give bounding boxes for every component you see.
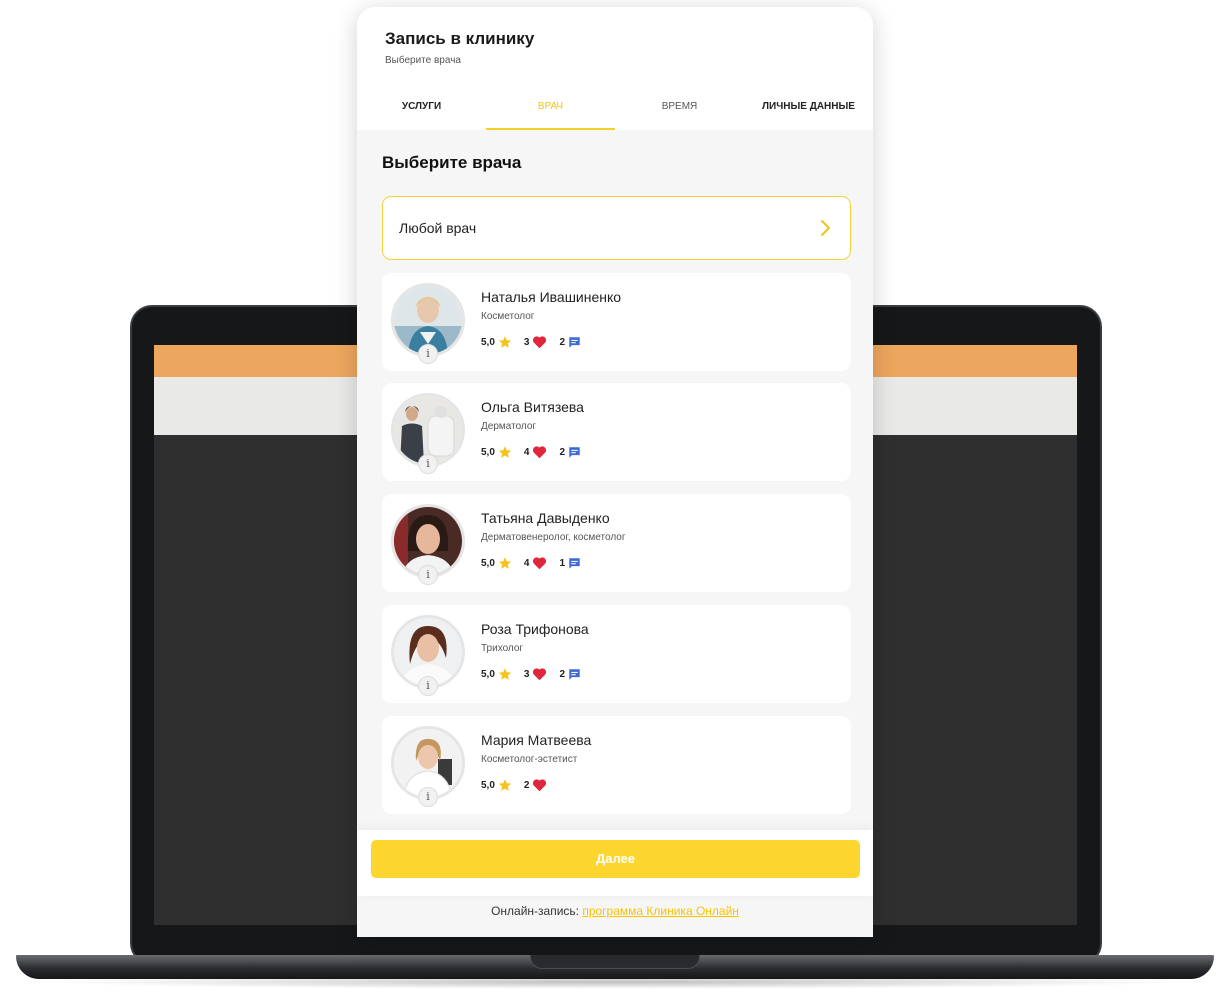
doctor-stats: 5,0 3 2	[481, 667, 593, 681]
reviews-count: 2	[559, 336, 566, 348]
doctor-name: Роза Трифонова	[481, 621, 589, 637]
tab-services[interactable]: УСЛУГИ	[357, 97, 486, 130]
heart-icon	[533, 446, 547, 459]
comment-icon	[569, 557, 580, 569]
heart-icon	[533, 336, 547, 349]
doctor-name: Ольга Витязева	[481, 399, 584, 415]
rating-value: 5,0	[481, 779, 495, 791]
comment-icon	[569, 668, 580, 680]
doctor-card[interactable]: i Ольга Витязева Дерматолог 5,0 4 2	[382, 383, 851, 481]
doctor-card[interactable]: i Мария Матвеева Косметолог-эстетист 5,0…	[382, 716, 851, 814]
powered-link[interactable]: программа Клиника Онлайн	[582, 904, 739, 918]
doctor-stats: 5,0 4 2	[481, 445, 593, 459]
doctor-specialty: Дерматолог	[481, 421, 537, 432]
star-icon	[498, 336, 512, 348]
likes-count: 2	[523, 779, 530, 791]
doctor-card[interactable]: i Наталья Ивашиненко Косметолог 5,0 3 2	[382, 273, 851, 371]
widget-subtitle: Выберите врача	[385, 55, 461, 66]
heart-icon	[533, 668, 547, 681]
star-icon	[498, 668, 512, 680]
comment-icon	[569, 446, 580, 458]
section-title: Выберите врача	[382, 153, 522, 172]
reviews-count: 2	[559, 446, 566, 458]
doctor-card[interactable]: i Роза Трифонова Трихолог 5,0 3 2	[382, 605, 851, 703]
tab-time[interactable]: ВРЕМЯ	[615, 97, 744, 130]
doctor-name: Татьяна Давыденко	[481, 510, 610, 526]
next-button[interactable]: Далее	[371, 840, 860, 878]
info-icon[interactable]: i	[418, 676, 438, 696]
any-doctor-label: Любой врач	[399, 220, 477, 236]
info-icon[interactable]: i	[418, 565, 438, 585]
powered-prefix: Онлайн-запись:	[491, 904, 583, 918]
chevron-right-icon	[821, 220, 830, 236]
star-icon	[498, 557, 512, 569]
doctor-stats: 5,0 2	[481, 778, 559, 792]
step-tabs: УСЛУГИ ВРАЧ ВРЕМЯ ЛИЧНЫЕ ДАННЫЕ	[357, 97, 873, 130]
reviews-count: 1	[559, 557, 566, 569]
likes-count: 3	[523, 668, 530, 680]
doctor-stats: 5,0 4 1	[481, 556, 593, 570]
rating-value: 5,0	[481, 446, 495, 458]
likes-count: 3	[523, 336, 530, 348]
heart-icon	[533, 779, 547, 792]
footer-bar: Далее	[357, 830, 873, 896]
doctor-stats: 5,0 3 2	[481, 335, 593, 349]
rating-value: 5,0	[481, 557, 495, 569]
laptop-notch	[530, 955, 700, 969]
doctor-specialty: Косметолог	[481, 311, 535, 322]
heart-icon	[533, 557, 547, 570]
rating-value: 5,0	[481, 336, 495, 348]
likes-count: 4	[523, 557, 530, 569]
any-doctor-option[interactable]: Любой врач	[382, 196, 851, 260]
doctor-specialty: Косметолог-эстетист	[481, 754, 578, 765]
booking-widget: Запись в клинику Выберите врача УСЛУГИ В…	[357, 7, 873, 937]
rating-value: 5,0	[481, 668, 495, 680]
star-icon	[498, 446, 512, 458]
doctor-specialty: Дерматовенеролог, косметолог	[481, 532, 626, 543]
info-icon[interactable]: i	[418, 787, 438, 807]
info-icon[interactable]: i	[418, 344, 438, 364]
stage: Запись в клинику Выберите врача УСЛУГИ В…	[0, 0, 1225, 993]
info-icon[interactable]: i	[418, 454, 438, 474]
reviews-count: 2	[559, 668, 566, 680]
widget-header: Запись в клинику Выберите врача УСЛУГИ В…	[357, 7, 873, 130]
tab-doctor[interactable]: ВРАЧ	[486, 97, 615, 130]
widget-title: Запись в клинику	[385, 29, 535, 48]
doctor-name: Наталья Ивашиненко	[481, 289, 622, 305]
powered-by: Онлайн-запись: программа Клиника Онлайн	[357, 904, 873, 918]
comment-icon	[569, 336, 580, 348]
tab-personal-data[interactable]: ЛИЧНЫЕ ДАННЫЕ	[744, 97, 873, 130]
doctor-card[interactable]: i Татьяна Давыденко Дерматовенеролог, ко…	[382, 494, 851, 592]
doctor-name: Мария Матвеева	[481, 732, 592, 748]
star-icon	[498, 779, 512, 791]
doctor-specialty: Трихолог	[481, 643, 524, 654]
likes-count: 4	[523, 446, 530, 458]
